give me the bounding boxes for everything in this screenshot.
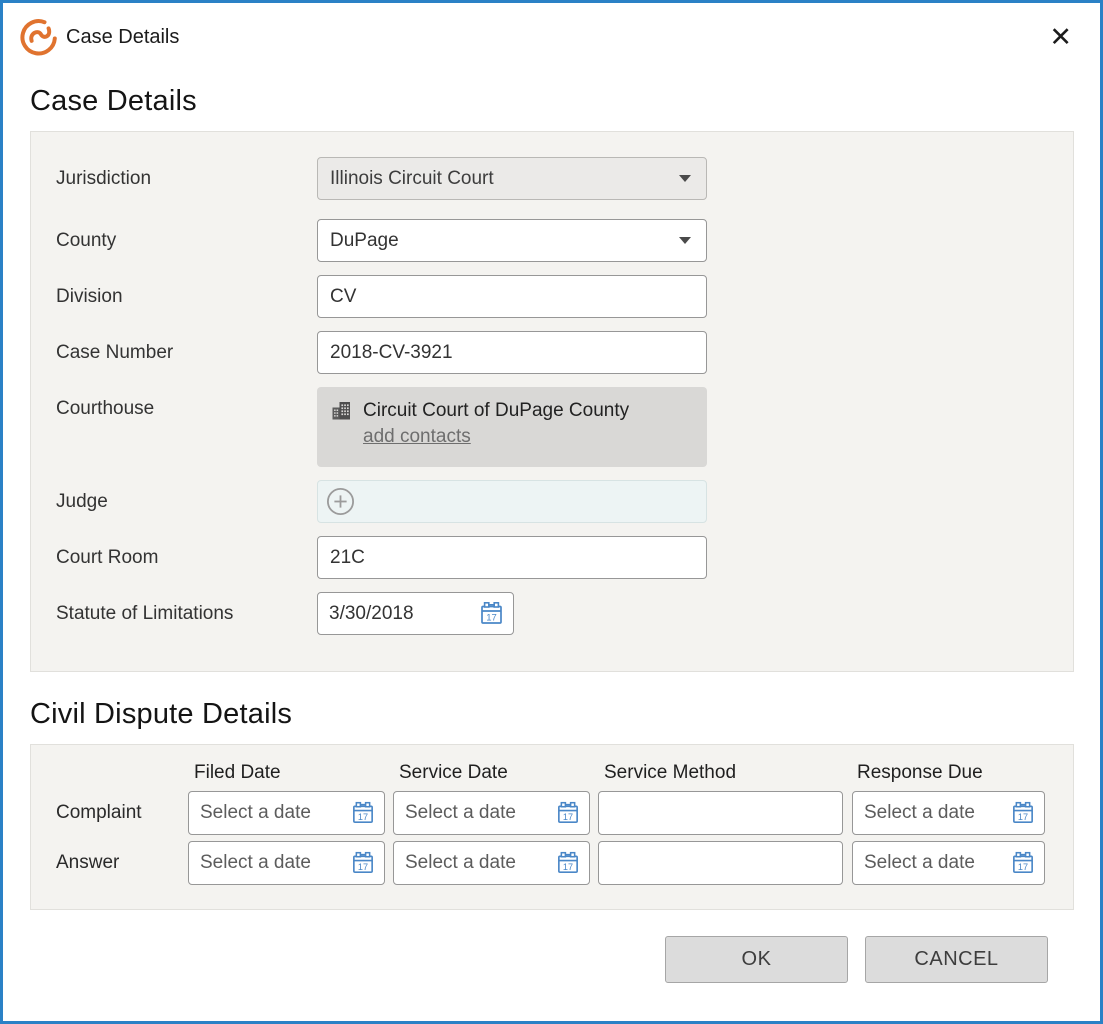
add-judge-plus-icon[interactable] <box>325 486 356 517</box>
complaint-row-label: Complaint <box>56 802 142 823</box>
calendar-icon[interactable]: 17 <box>555 800 581 826</box>
table-row-complaint: Complaint Select a date 17 Select a date… <box>56 791 1053 835</box>
answer-filed-date-placeholder: Select a date <box>200 852 311 873</box>
titlebar: Case Details ✕ <box>3 3 1100 59</box>
jurisdiction-value: Illinois Circuit Court <box>330 167 494 189</box>
svg-text:17: 17 <box>1018 812 1028 822</box>
form-row-division: Division <box>56 275 1053 318</box>
calendar-icon[interactable]: 17 <box>478 600 505 627</box>
jurisdiction-select[interactable]: Illinois Circuit Court <box>317 157 707 200</box>
form-row-statute: Statute of Limitations 3/30/2018 17 <box>56 592 1053 635</box>
chevron-down-icon <box>679 175 691 182</box>
statute-date-value: 3/30/2018 <box>329 602 414 624</box>
svg-text:17: 17 <box>1018 862 1028 872</box>
calendar-icon[interactable]: 17 <box>1010 800 1036 826</box>
col-header-filed-date: Filed Date <box>194 762 281 783</box>
judge-picker-field[interactable] <box>317 480 707 523</box>
jurisdiction-label: Jurisdiction <box>56 167 152 189</box>
case-details-heading: Case Details <box>30 85 197 117</box>
dialog-content: Case Details Jurisdiction Illinois Circu… <box>3 85 1100 983</box>
statute-date-field[interactable]: 3/30/2018 17 <box>317 592 514 635</box>
complaint-service-date-placeholder: Select a date <box>405 802 516 823</box>
chevron-down-icon <box>679 237 691 244</box>
case-number-label: Case Number <box>56 341 174 363</box>
col-header-response-due: Response Due <box>857 762 983 783</box>
courthouse-contact: Circuit Court of DuPage County <box>330 399 697 422</box>
close-icon[interactable]: ✕ <box>1045 22 1076 53</box>
form-row-court-room: Court Room <box>56 536 1053 579</box>
answer-filed-date-field[interactable]: Select a date 17 <box>188 841 385 885</box>
form-row-case-number: Case Number <box>56 331 1053 374</box>
dispute-table-header: Filed Date Service Date Service Method R… <box>56 762 1053 784</box>
dialog-footer: OK CANCEL <box>30 910 1074 983</box>
court-room-label: Court Room <box>56 546 159 568</box>
header-spacer <box>56 762 188 784</box>
division-label: Division <box>56 285 123 307</box>
svg-text:17: 17 <box>358 812 368 822</box>
svg-text:17: 17 <box>358 862 368 872</box>
judge-label: Judge <box>56 490 108 512</box>
calendar-icon[interactable]: 17 <box>350 800 376 826</box>
courthouse-label: Courthouse <box>56 398 155 419</box>
court-room-input[interactable] <box>317 536 707 579</box>
complaint-service-method-input[interactable] <box>598 791 843 835</box>
answer-service-method-input[interactable] <box>598 841 843 885</box>
complaint-response-due-placeholder: Select a date <box>864 802 975 823</box>
civil-dispute-heading: Civil Dispute Details <box>30 698 293 730</box>
answer-row-label: Answer <box>56 852 120 873</box>
svg-text:17: 17 <box>563 862 573 872</box>
county-value: DuPage <box>330 229 399 251</box>
county-select[interactable]: DuPage <box>317 219 707 262</box>
courthouse-name: Circuit Court of DuPage County <box>363 399 630 421</box>
table-row-answer: Answer Select a date 17 Select a date 17… <box>56 841 1053 885</box>
case-details-panel: Jurisdiction Illinois Circuit Court Coun… <box>30 131 1074 672</box>
form-row-judge: Judge <box>56 480 1053 523</box>
window-title: Case Details <box>66 25 180 48</box>
calendar-icon[interactable]: 17 <box>555 850 581 876</box>
col-header-service-method: Service Method <box>604 762 737 783</box>
division-input[interactable] <box>317 275 707 318</box>
courthouse-contact-card: Circuit Court of DuPage County add conta… <box>317 387 707 467</box>
case-details-dialog: Case Details ✕ Case Details Jurisdiction… <box>0 0 1103 1024</box>
svg-text:17: 17 <box>486 613 497 624</box>
col-header-service-date: Service Date <box>399 762 508 783</box>
ok-button[interactable]: OK <box>665 936 848 983</box>
smokeball-logo-icon <box>20 19 57 56</box>
answer-service-date-placeholder: Select a date <box>405 852 516 873</box>
answer-response-due-placeholder: Select a date <box>864 852 975 873</box>
svg-text:17: 17 <box>563 812 573 822</box>
statute-label: Statute of Limitations <box>56 602 234 624</box>
civil-dispute-panel: Filed Date Service Date Service Method R… <box>30 744 1074 910</box>
calendar-icon[interactable]: 17 <box>1010 850 1036 876</box>
complaint-response-due-field[interactable]: Select a date 17 <box>852 791 1045 835</box>
building-icon <box>332 402 350 420</box>
complaint-filed-date-placeholder: Select a date <box>200 802 311 823</box>
form-row-county: County DuPage <box>56 219 1053 262</box>
cancel-button[interactable]: CANCEL <box>865 936 1048 983</box>
complaint-filed-date-field[interactable]: Select a date 17 <box>188 791 385 835</box>
add-contacts-link[interactable]: add contacts <box>363 426 471 448</box>
form-row-courthouse: Courthouse Circuit Court of DuPage Count… <box>56 387 1053 467</box>
county-label: County <box>56 229 117 251</box>
case-number-input[interactable] <box>317 331 707 374</box>
form-row-jurisdiction: Jurisdiction Illinois Circuit Court <box>56 157 1053 200</box>
complaint-service-date-field[interactable]: Select a date 17 <box>393 791 590 835</box>
answer-response-due-field[interactable]: Select a date 17 <box>852 841 1045 885</box>
calendar-icon[interactable]: 17 <box>350 850 376 876</box>
answer-service-date-field[interactable]: Select a date 17 <box>393 841 590 885</box>
